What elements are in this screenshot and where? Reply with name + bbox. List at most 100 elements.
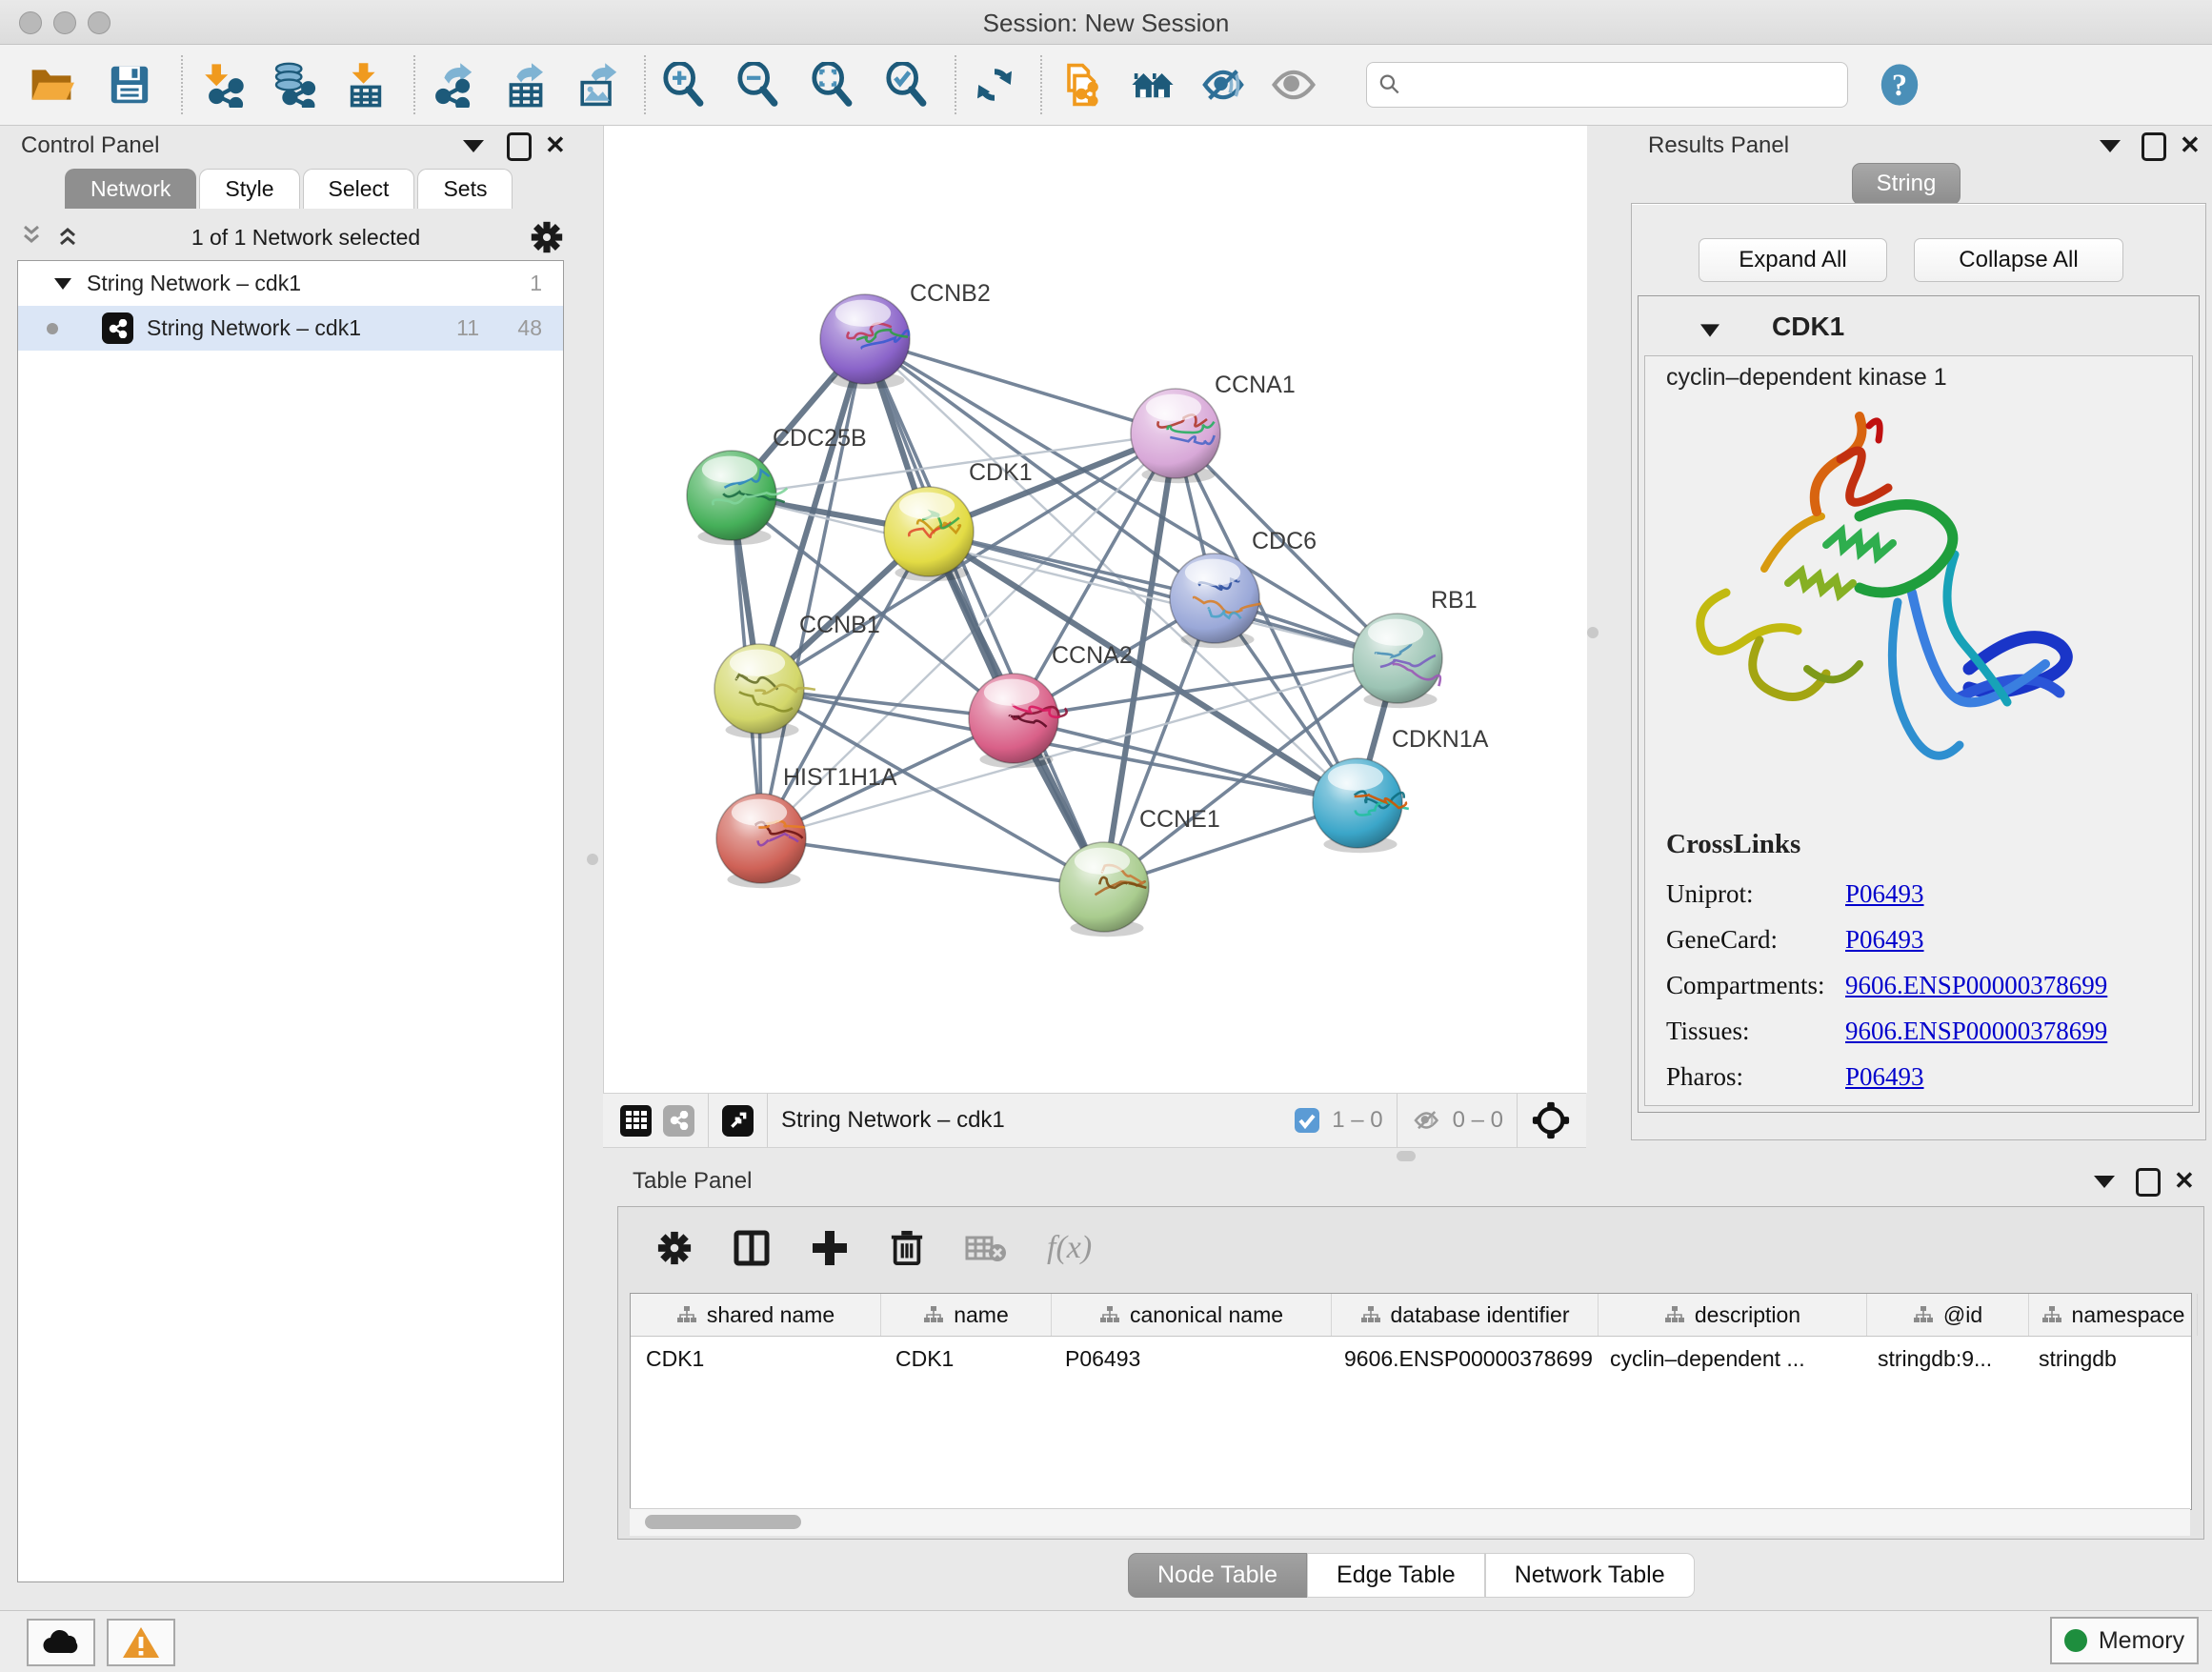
zoom-out-button[interactable] <box>728 54 789 115</box>
node-CCNB1[interactable]: CCNB1 <box>714 612 880 738</box>
import-network-database-button[interactable] <box>263 54 324 115</box>
edge-CDK1-RB1[interactable] <box>929 532 1398 658</box>
open-session-button[interactable] <box>21 54 82 115</box>
panel-menu-icon[interactable] <box>2094 1176 2115 1188</box>
memory-button[interactable]: Memory <box>2050 1617 2199 1664</box>
close-panel-icon[interactable]: ✕ <box>2180 131 2201 160</box>
node-label-CDKN1A: CDKN1A <box>1392 726 1489 753</box>
warnings-button[interactable] <box>107 1619 175 1666</box>
table-header-row: shared namenamecanonical namedatabase id… <box>631 1294 2191 1337</box>
node-CDC25B[interactable]: CDC25B <box>687 425 867 545</box>
node-CDKN1A[interactable]: CDKN1A <box>1313 726 1489 853</box>
crosslinks-title: CrossLinks <box>1666 829 2171 860</box>
tab-network[interactable]: Network <box>65 169 196 209</box>
node-label-CDK1: CDK1 <box>969 459 1033 486</box>
add-column-icon[interactable] <box>811 1229 849 1267</box>
network-collection-row[interactable]: String Network – cdk1 1 <box>18 261 563 306</box>
edge-HIST1H1A-CCNE1[interactable] <box>761 838 1104 887</box>
export-image-button[interactable] <box>568 54 629 115</box>
column-header-description[interactable]: description <box>1599 1294 1867 1336</box>
copy-network-button[interactable] <box>1050 54 1111 115</box>
left-splitter-handle[interactable] <box>587 854 598 865</box>
selected-checkbox-icon[interactable] <box>1294 1107 1320 1134</box>
apply-layout-button[interactable] <box>964 54 1025 115</box>
section-collapse-icon[interactable] <box>1698 321 1722 340</box>
expand-all-icon[interactable] <box>53 224 82 251</box>
column-header-canonicalname[interactable]: canonical name <box>1052 1294 1332 1336</box>
zoom-in-button[interactable] <box>654 54 714 115</box>
node-CCNB2[interactable]: CCNB2 <box>820 280 991 389</box>
table-row[interactable]: CDK1CDK1P064939606.ENSP00000378699cyclin… <box>631 1337 2191 1380</box>
zoom-selected-button[interactable] <box>876 54 937 115</box>
tab-network-table[interactable]: Network Table <box>1485 1553 1695 1598</box>
column-header-databaseidentifier[interactable]: database identifier <box>1332 1294 1599 1336</box>
show-all-button[interactable] <box>1263 54 1324 115</box>
collapse-all-icon[interactable] <box>17 224 46 251</box>
node-CCNE1[interactable]: CCNE1 <box>1059 806 1220 937</box>
grid-view-icon[interactable] <box>620 1105 652 1137</box>
gear-icon[interactable] <box>530 220 564 254</box>
results-panel: Results Panel ✕ String Expand All Collap… <box>1619 125 2212 1144</box>
edge-count: 48 <box>479 315 542 341</box>
protein-section: CDK1 cyclin–dependent kinase 1 <box>1638 295 2200 1113</box>
delete-column-icon[interactable] <box>889 1229 925 1267</box>
expand-all-button[interactable]: Expand All <box>1699 238 1887 282</box>
crosslink-value-link[interactable]: P06493 <box>1845 925 1924 955</box>
first-neighbors-button[interactable] <box>1122 54 1183 115</box>
tab-sets[interactable]: Sets <box>417 169 513 209</box>
cloud-button[interactable] <box>27 1619 95 1666</box>
network-graph: CCNB2CCNA1CDC25BCDK1CDC6RB1CCNB1CCNA2CDK… <box>604 126 1587 1093</box>
show-columns-icon[interactable] <box>733 1229 771 1267</box>
node-label-CDC6: CDC6 <box>1252 528 1317 554</box>
float-panel-icon[interactable] <box>2136 1168 2161 1197</box>
search-input[interactable] <box>1401 71 1836 99</box>
tab-select[interactable]: Select <box>303 169 415 209</box>
column-header-name[interactable]: name <box>881 1294 1052 1336</box>
tab-style[interactable]: Style <box>199 169 299 209</box>
panel-menu-icon[interactable] <box>2100 140 2121 152</box>
tab-edge-table[interactable]: Edge Table <box>1307 1553 1485 1598</box>
edge-CCNB2-CCNE1[interactable] <box>865 339 1104 887</box>
import-network-file-button[interactable] <box>191 54 251 115</box>
network-row[interactable]: String Network – cdk1 11 48 <box>18 306 563 351</box>
tab-node-table[interactable]: Node Table <box>1128 1553 1307 1598</box>
table-cell: cyclin–dependent ... <box>1595 1337 1862 1380</box>
column-header-sharedname[interactable]: shared name <box>631 1294 881 1336</box>
hscrollbar-thumb[interactable] <box>645 1515 801 1529</box>
collapse-all-button[interactable]: Collapse All <box>1914 238 2123 282</box>
edge-CCNB2-CCNA1[interactable] <box>865 339 1176 433</box>
function-builder-icon[interactable]: f(x) <box>1047 1230 1092 1266</box>
close-panel-icon[interactable]: ✕ <box>2174 1166 2195 1196</box>
birdseye-crosshair-icon[interactable] <box>1531 1100 1571 1140</box>
help-button[interactable]: ? <box>1869 54 1930 115</box>
save-session-button[interactable] <box>99 54 160 115</box>
tab-string[interactable]: String <box>1852 163 1961 205</box>
float-panel-icon[interactable] <box>2142 132 2166 161</box>
crosslink-value-link[interactable]: P06493 <box>1845 879 1924 909</box>
table-gear-icon[interactable] <box>656 1230 693 1266</box>
panel-menu-icon[interactable] <box>463 140 484 152</box>
table-hscrollbar[interactable] <box>630 1508 2190 1536</box>
right-splitter-handle[interactable] <box>1587 627 1599 638</box>
column-header-namespace[interactable]: namespace <box>2029 1294 2198 1336</box>
crosslink-row: GeneCard:P06493 <box>1666 925 2171 955</box>
export-table-button[interactable] <box>495 54 556 115</box>
close-panel-icon[interactable]: ✕ <box>545 131 566 160</box>
string-results-box: Expand All Collapse All CDK1 cyclin–depe… <box>1631 203 2206 1140</box>
node-CCNA1[interactable]: CCNA1 <box>1131 372 1296 483</box>
node-RB1[interactable]: RB1 <box>1353 587 1478 708</box>
clear-table-icon[interactable] <box>965 1232 1007 1264</box>
column-header-id[interactable]: @id <box>1867 1294 2029 1336</box>
network-canvas[interactable]: CCNB2CCNA1CDC25BCDK1CDC6RB1CCNB1CCNA2CDK… <box>603 126 1587 1093</box>
hide-selected-button[interactable] <box>1193 54 1254 115</box>
crosslink-value-link[interactable]: 9606.ENSP00000378699 <box>1845 1017 2107 1046</box>
crosslink-value-link[interactable]: P06493 <box>1845 1062 1924 1092</box>
float-panel-icon[interactable] <box>507 132 532 161</box>
crosslink-value-link[interactable]: 9606.ENSP00000378699 <box>1845 971 2107 1000</box>
search-field[interactable] <box>1366 62 1848 108</box>
zoom-fit-button[interactable] <box>802 54 863 115</box>
import-table-button[interactable] <box>335 54 396 115</box>
export-network-button[interactable] <box>423 54 484 115</box>
detach-view-icon[interactable] <box>722 1105 754 1137</box>
network-thumbnail-icon[interactable] <box>663 1105 694 1137</box>
